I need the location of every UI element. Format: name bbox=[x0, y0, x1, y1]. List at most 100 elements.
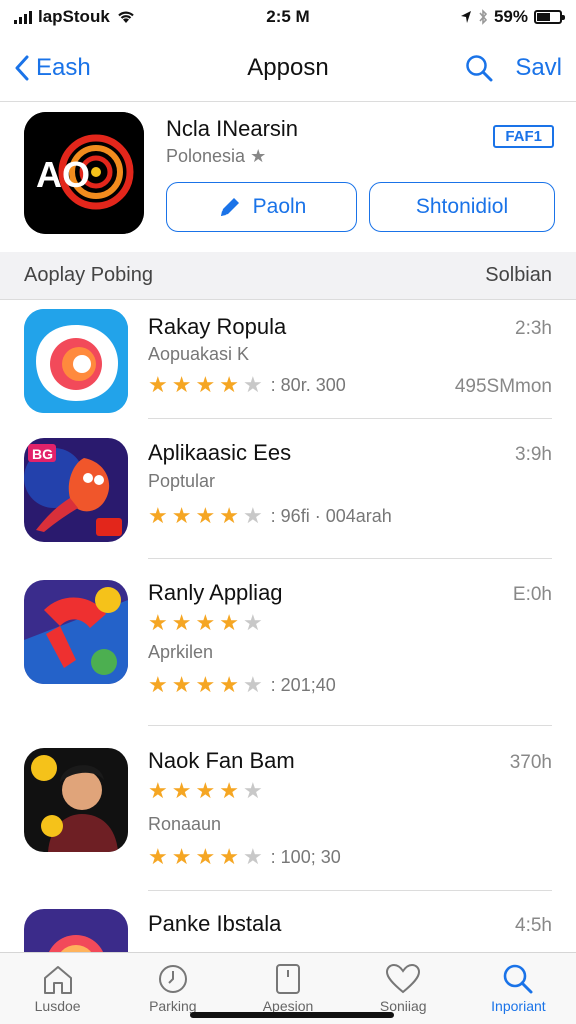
nav-bar: Eash Apposn Savl bbox=[0, 34, 576, 102]
star-filled-icon: ★ bbox=[195, 844, 216, 869]
nav-action-button[interactable]: Savl bbox=[515, 54, 562, 82]
app-time: 370h bbox=[509, 752, 552, 773]
row-divider bbox=[148, 558, 552, 559]
section-title: Aoplay Pobing bbox=[24, 264, 153, 286]
bluetooth-icon bbox=[479, 9, 488, 25]
app-subtitle: Aopuakasi K bbox=[148, 344, 250, 364]
app-name: Aplikaasic Ees bbox=[148, 440, 292, 465]
star-icon: ★ bbox=[250, 146, 267, 166]
star-filled-icon: ★ bbox=[195, 778, 216, 803]
chevron-left-icon bbox=[15, 55, 29, 80]
app-icon bbox=[24, 309, 128, 413]
rating-count: : 201;40 bbox=[270, 674, 336, 695]
app-subtitle: Poptular bbox=[148, 471, 216, 491]
featured-app-subtitle: Polonesia ★ bbox=[166, 146, 266, 167]
rating-stars-secondary: ★ ★ ★ ★ ★: 201;40 bbox=[148, 674, 336, 696]
star-empty-icon: ★ bbox=[242, 610, 263, 635]
tab-inporiant[interactable]: Inporiant bbox=[461, 953, 576, 1024]
battery-percent: 59% bbox=[493, 7, 528, 26]
featured-badge: FAF1 bbox=[493, 125, 554, 148]
home-indicator bbox=[190, 1012, 394, 1018]
app-name: Ranly Appliag bbox=[148, 580, 283, 605]
clock-icon bbox=[158, 965, 187, 993]
star-empty-icon: ★ bbox=[242, 778, 263, 803]
star-filled-icon: ★ bbox=[195, 503, 216, 528]
app-time: 2:3h bbox=[515, 318, 552, 339]
tab-label: Inporiant bbox=[491, 998, 546, 1014]
rating-count: : 96fi · 004arah bbox=[270, 505, 392, 526]
row-divider bbox=[148, 418, 552, 419]
nav-actions: Savl bbox=[465, 54, 562, 82]
star-filled-icon: ★ bbox=[219, 844, 239, 869]
tab-label: Parking bbox=[149, 998, 197, 1014]
primary-action-label: Paoln bbox=[252, 195, 307, 218]
star-filled-icon: ★ bbox=[148, 372, 168, 397]
featured-subtitle-text: Polonesia bbox=[166, 146, 246, 166]
back-button[interactable]: Eash bbox=[14, 54, 91, 82]
app-time: 4:5h bbox=[515, 915, 552, 936]
star-filled-icon: ★ bbox=[171, 844, 192, 869]
tab-label: Lusdoe bbox=[34, 998, 81, 1014]
star-filled-icon: ★ bbox=[171, 610, 192, 635]
status-bar: lapStouk 2:5 M 59% bbox=[0, 0, 576, 34]
app-name: Panke Ibstala bbox=[148, 911, 282, 936]
signal-icon bbox=[14, 10, 32, 24]
app-subtitle: Aprkilen bbox=[148, 642, 214, 662]
app-icon bbox=[24, 580, 128, 684]
carrier-label: lapStouk bbox=[38, 7, 110, 26]
star-filled-icon: ★ bbox=[219, 610, 239, 635]
rating-stars: ★ ★ ★ ★ ★: 96fi · 004arah bbox=[148, 505, 392, 527]
star-filled-icon: ★ bbox=[171, 503, 192, 528]
rating-stars-secondary: ★ ★ ★ ★ ★: 100; 30 bbox=[148, 846, 341, 868]
app-icon bbox=[24, 748, 128, 852]
star-filled-icon: ★ bbox=[195, 672, 216, 697]
star-filled-icon: ★ bbox=[148, 672, 168, 697]
row-divider bbox=[148, 890, 552, 891]
search-icon[interactable] bbox=[465, 54, 493, 82]
battery-icon bbox=[534, 10, 565, 24]
app-extra: 495SMmon bbox=[454, 376, 552, 397]
star-filled-icon: ★ bbox=[219, 672, 239, 697]
star-filled-icon: ★ bbox=[195, 372, 216, 397]
star-filled-icon: ★ bbox=[171, 672, 192, 697]
star-empty-icon: ★ bbox=[242, 844, 263, 869]
star-filled-icon: ★ bbox=[148, 844, 168, 869]
star-filled-icon: ★ bbox=[219, 372, 239, 397]
section-header: Aoplay Pobing Solbian bbox=[0, 252, 576, 300]
home-icon bbox=[43, 966, 72, 994]
app-icon: BG bbox=[24, 438, 128, 542]
featured-app-name: Ncla INearsin bbox=[166, 116, 299, 141]
star-filled-icon: ★ bbox=[219, 778, 239, 803]
row-divider bbox=[148, 725, 552, 726]
battery-level bbox=[537, 13, 550, 21]
status-right: 59% bbox=[460, 7, 565, 27]
star-filled-icon: ★ bbox=[148, 503, 168, 528]
card-icon bbox=[276, 964, 300, 994]
back-label: Eash bbox=[36, 53, 91, 81]
app-time: 3:9h bbox=[515, 444, 552, 465]
star-empty-icon: ★ bbox=[242, 503, 263, 528]
star-empty-icon: ★ bbox=[242, 372, 263, 397]
rating-count: : 80r. 300 bbox=[270, 374, 346, 395]
app-name: Rakay Ropula bbox=[148, 314, 287, 339]
star-filled-icon: ★ bbox=[171, 372, 192, 397]
primary-action-button[interactable]: Paoln bbox=[166, 182, 357, 232]
featured-app-icon[interactable]: AO bbox=[24, 112, 144, 234]
secondary-action-button[interactable]: Shtonidiol bbox=[369, 182, 555, 232]
section-action[interactable]: Solbian bbox=[485, 264, 552, 287]
pencil-icon bbox=[220, 198, 239, 216]
rating-count: : 100; 30 bbox=[270, 846, 341, 867]
star-filled-icon: ★ bbox=[195, 610, 216, 635]
star-filled-icon: ★ bbox=[148, 610, 168, 635]
status-left: lapStouk bbox=[14, 7, 136, 27]
app-time: E:0h bbox=[512, 584, 552, 605]
secondary-action-label: Shtonidiol bbox=[415, 195, 509, 218]
tab-home[interactable]: Lusdoe bbox=[0, 953, 115, 1024]
rating-stars: ★ ★ ★ ★ ★: 80r. 300 bbox=[148, 374, 346, 396]
location-icon bbox=[460, 11, 471, 23]
app-subtitle: Ronaaun bbox=[148, 814, 222, 834]
search-icon bbox=[504, 964, 533, 994]
rating-stars: ★ ★ ★ ★ ★ bbox=[148, 612, 263, 634]
star-filled-icon: ★ bbox=[171, 778, 192, 803]
featured-icon-text: AO bbox=[36, 154, 90, 195]
